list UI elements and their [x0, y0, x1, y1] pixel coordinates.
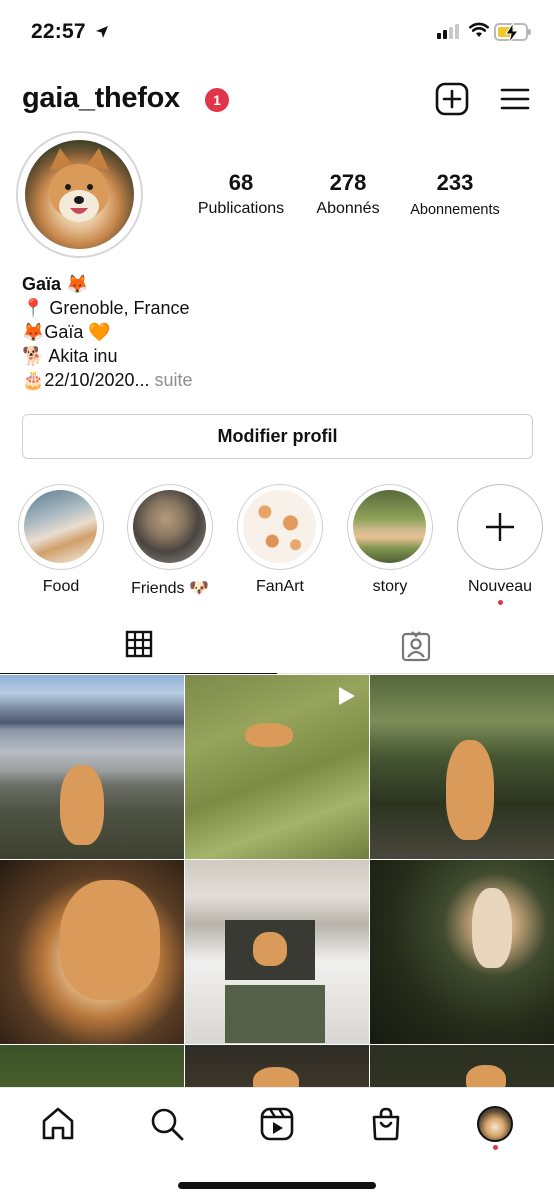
highlight-food[interactable]: Food: [17, 484, 105, 596]
profile-bio: Gaïa 🦊 📍 Grenoble, France 🦊Gaïa 🧡 🐕 Akit…: [22, 272, 502, 392]
followers-count: 278: [329, 170, 367, 195]
post-thumbnail[interactable]: [370, 675, 554, 859]
new-indicator-dot: [497, 600, 503, 605]
cellular-signal-icon: [437, 24, 459, 39]
highlight-label: Food: [42, 578, 80, 595]
bio-birthday: 🎂22/10/2020...: [22, 370, 150, 390]
nav-shop[interactable]: [366, 1104, 406, 1144]
bio-birthday-line: 🎂22/10/2020... suite: [22, 368, 502, 392]
location-arrow-icon: [95, 25, 109, 44]
stat-following[interactable]: 233 Abonnements: [402, 170, 508, 218]
post-thumbnail[interactable]: [370, 860, 554, 1044]
stat-publications[interactable]: 68 Publications: [188, 170, 294, 218]
followers-label: Abonnés: [316, 200, 380, 217]
bio-more-link[interactable]: suite: [150, 370, 193, 390]
grid-icon: [125, 630, 152, 658]
highlight-label: Nouveau: [467, 578, 533, 595]
battery-charging-icon: [494, 23, 531, 43]
post-thumbnail[interactable]: [185, 675, 369, 859]
bio-location: 📍 Grenoble, France: [22, 298, 190, 318]
highlight-label: FanArt: [255, 578, 304, 595]
username-title[interactable]: gaia_thefox: [22, 82, 180, 115]
status-bar: 22:57: [0, 0, 554, 64]
menu-icon: [500, 88, 530, 110]
following-count: 233: [436, 170, 474, 195]
highlight-story[interactable]: story: [346, 484, 434, 596]
bio-breed: 🐕 Akita inu: [22, 346, 118, 366]
profile-notification-dot: [493, 1145, 498, 1150]
profile-avatar[interactable]: [16, 131, 143, 258]
post-thumbnail[interactable]: [185, 860, 369, 1044]
notification-badge: 1: [205, 88, 229, 112]
new-post-icon: [435, 82, 469, 116]
highlight-story-cover: [347, 484, 433, 570]
highlight-fanart-cover: [237, 484, 323, 570]
tab-posts-grid[interactable]: [0, 622, 277, 674]
profile-photo: [25, 140, 134, 249]
bio-line: 🦊Gaïa 🧡: [22, 322, 111, 342]
profile-avatar-icon: [477, 1106, 513, 1142]
search-icon: [151, 1108, 184, 1141]
home-indicator[interactable]: [178, 1182, 376, 1189]
nav-reels[interactable]: [257, 1104, 297, 1144]
profile-tabs: [0, 622, 554, 674]
video-play-icon: [339, 687, 355, 705]
publications-count: 68: [228, 170, 254, 195]
menu-button[interactable]: [500, 82, 534, 116]
highlight-label: story: [372, 578, 408, 595]
new-highlight-cover: [457, 484, 543, 570]
tagged-icon: [401, 631, 430, 662]
highlight-label: Friends 🐶: [131, 580, 209, 597]
stat-followers[interactable]: 278 Abonnés: [304, 170, 392, 218]
nav-home[interactable]: [38, 1104, 78, 1144]
status-time: 22:57: [31, 20, 86, 43]
edit-profile-button[interactable]: Modifier profil: [22, 414, 533, 459]
profile-header: gaia_thefox 1: [22, 78, 534, 122]
post-thumbnail[interactable]: [0, 860, 184, 1044]
tab-tagged[interactable]: [277, 622, 554, 674]
highlight-fanart[interactable]: FanArt: [236, 484, 324, 596]
bio-display-name: Gaïa 🦊: [22, 274, 89, 294]
nav-search[interactable]: [147, 1104, 187, 1144]
shop-icon: [372, 1107, 400, 1141]
highlight-friends-cover: [127, 484, 213, 570]
plus-icon: [485, 512, 514, 541]
publications-label: Publications: [197, 200, 285, 217]
nav-profile[interactable]: [475, 1104, 515, 1144]
wifi-icon: [469, 22, 489, 43]
highlight-food-cover: [18, 484, 104, 570]
highlight-friends[interactable]: Friends 🐶: [126, 484, 214, 598]
reels-icon: [260, 1107, 294, 1141]
home-icon: [42, 1107, 74, 1140]
new-post-button[interactable]: [435, 82, 469, 116]
highlight-new[interactable]: Nouveau: [456, 484, 544, 605]
following-label: Abonnements: [410, 202, 500, 218]
post-thumbnail[interactable]: [0, 675, 184, 859]
